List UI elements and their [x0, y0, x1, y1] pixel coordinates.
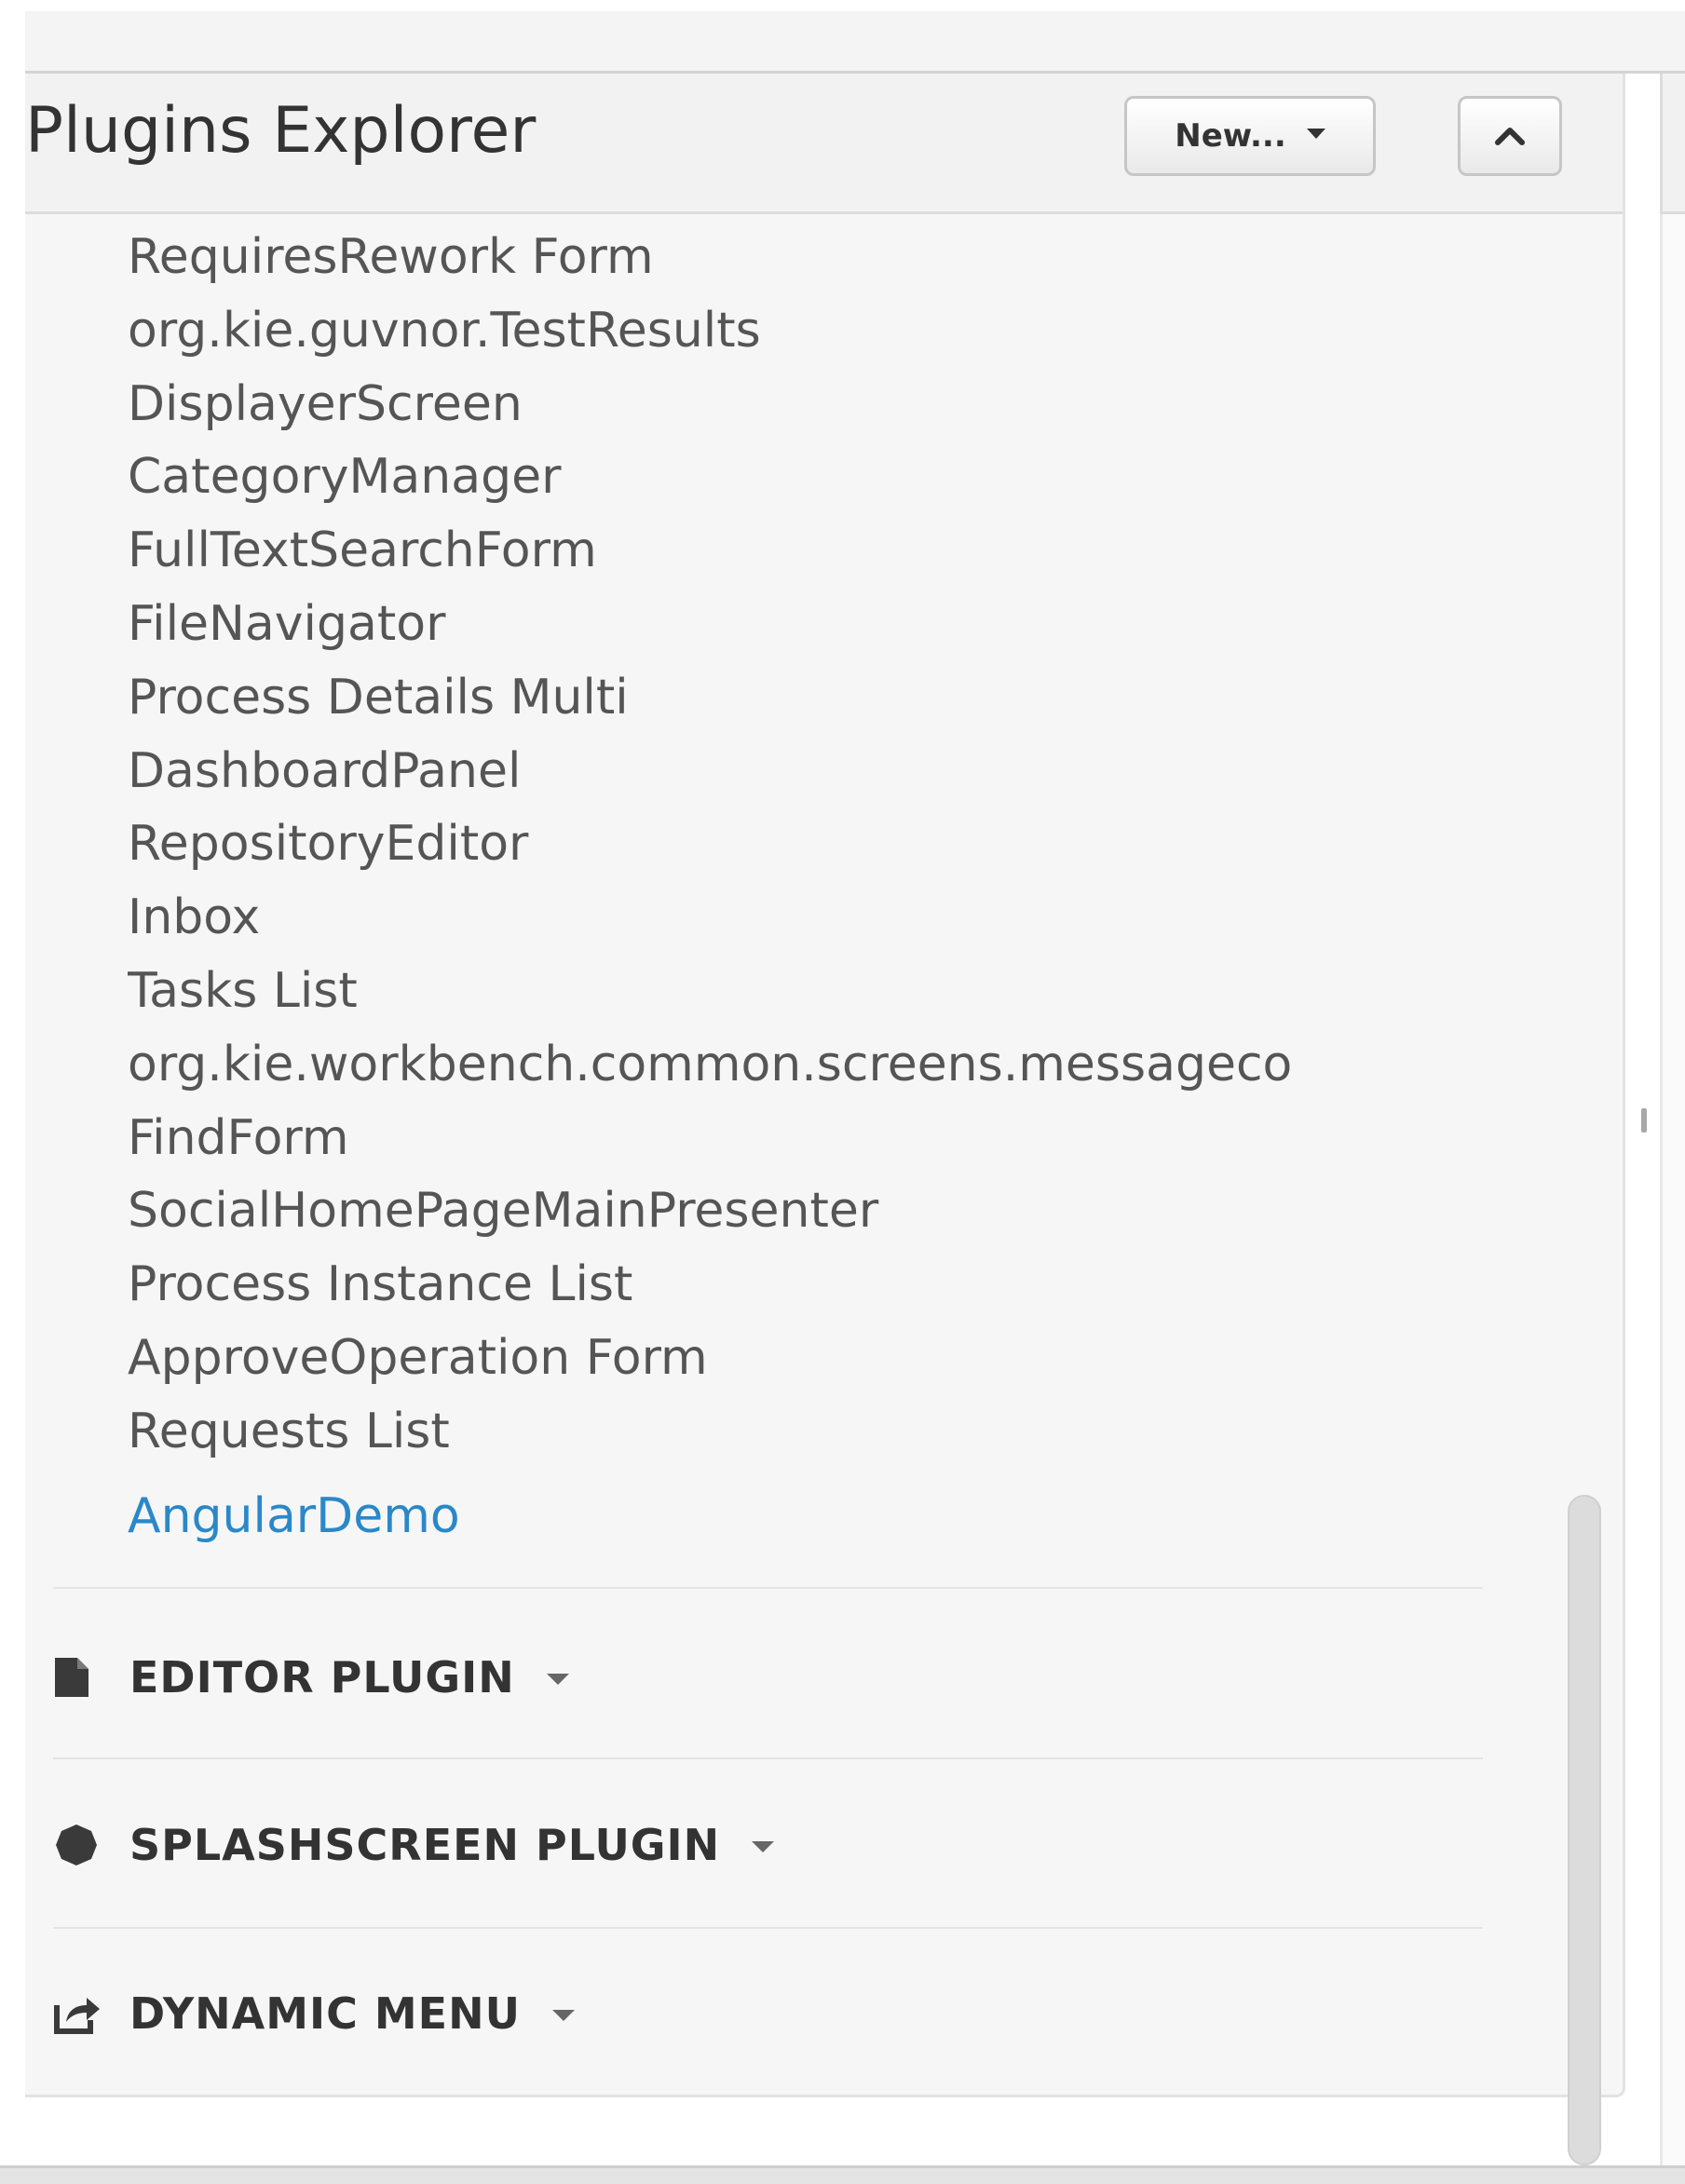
plugin-list-item[interactable]: Tasks List [128, 955, 1492, 1028]
top-toolbar-strip [25, 11, 1685, 74]
section-splashscreen-plugin[interactable]: SPLASHSCREEN PLUGIN [53, 1808, 775, 1882]
plugin-list-item[interactable]: ApproveOperation Form [128, 1322, 1492, 1395]
plugin-list-item[interactable]: Requests List [128, 1395, 1492, 1469]
plugin-list-item[interactable]: DashboardPanel [128, 735, 1492, 808]
plugins-explorer-panel: Plugins Explorer New... RequiresRework F… [25, 74, 1625, 2097]
caret-down-icon [546, 1674, 569, 1685]
collapse-panel-button[interactable] [1458, 96, 1562, 176]
plugin-list-item[interactable]: Process Details Multi [128, 661, 1492, 735]
section-editor-plugin[interactable]: EDITOR PLUGIN [53, 1640, 569, 1715]
adjacent-panel-header-edge [1660, 74, 1685, 214]
plugin-list-item-active[interactable]: AngularDemo [128, 1480, 1492, 1553]
caret-down-icon [551, 2010, 575, 2021]
scrollbar-thumb[interactable] [1568, 1495, 1601, 2165]
section-label: SPLASHSCREEN PLUGIN [129, 1820, 721, 1870]
plugin-list-item[interactable]: RepositoryEditor [128, 807, 1492, 881]
plugin-list-item[interactable]: RequiresRework Form [128, 221, 1492, 294]
section-divider [53, 1927, 1483, 1929]
section-label: DYNAMIC MENU [129, 1988, 521, 2039]
plugin-list-item[interactable]: org.kie.workbench.common.screens.message… [128, 1028, 1492, 1102]
chevron-up-icon [1495, 128, 1525, 145]
section-divider [53, 1757, 1483, 1759]
plugin-list-item[interactable]: FileNavigator [128, 588, 1492, 661]
file-icon [53, 1656, 109, 1699]
vertical-scrollbar[interactable] [1568, 1495, 1601, 2165]
new-button-label: New... [1175, 117, 1286, 155]
plugin-list-item[interactable]: Inbox [128, 881, 1492, 955]
caret-down-icon [1306, 128, 1325, 139]
splitter-handle[interactable] [1641, 1108, 1647, 1133]
share-icon [53, 1992, 109, 2035]
plugin-list-item[interactable]: CategoryManager [128, 441, 1492, 514]
plugin-list-item[interactable]: org.kie.guvnor.TestResults [128, 294, 1492, 368]
section-divider [53, 1587, 1483, 1589]
section-dynamic-menu[interactable]: DYNAMIC MENU [53, 1976, 575, 2051]
plugin-list: RequiresRework Form org.kie.guvnor.TestR… [128, 221, 1492, 1553]
panel-header: Plugins Explorer New... [25, 74, 1623, 214]
plugin-list-item[interactable]: SocialHomePageMainPresenter [128, 1174, 1492, 1248]
new-button[interactable]: New... [1124, 96, 1376, 176]
circle-icon [53, 1822, 109, 1868]
plugin-list-item[interactable]: DisplayerScreen [128, 368, 1492, 441]
plugin-list-item[interactable]: FindForm [128, 1102, 1492, 1175]
adjacent-panel-edge [1660, 74, 1685, 2184]
bottom-status-bar [0, 2165, 1685, 2184]
caret-down-icon [752, 1841, 775, 1852]
plugin-list-item[interactable]: FullTextSearchForm [128, 514, 1492, 588]
section-label: EDITOR PLUGIN [129, 1652, 515, 1702]
plugin-list-item[interactable]: Process Instance List [128, 1248, 1492, 1322]
panel-title: Plugins Explorer [25, 94, 537, 168]
plugins-explorer-window: Plugins Explorer New... RequiresRework F… [0, 0, 1685, 2184]
